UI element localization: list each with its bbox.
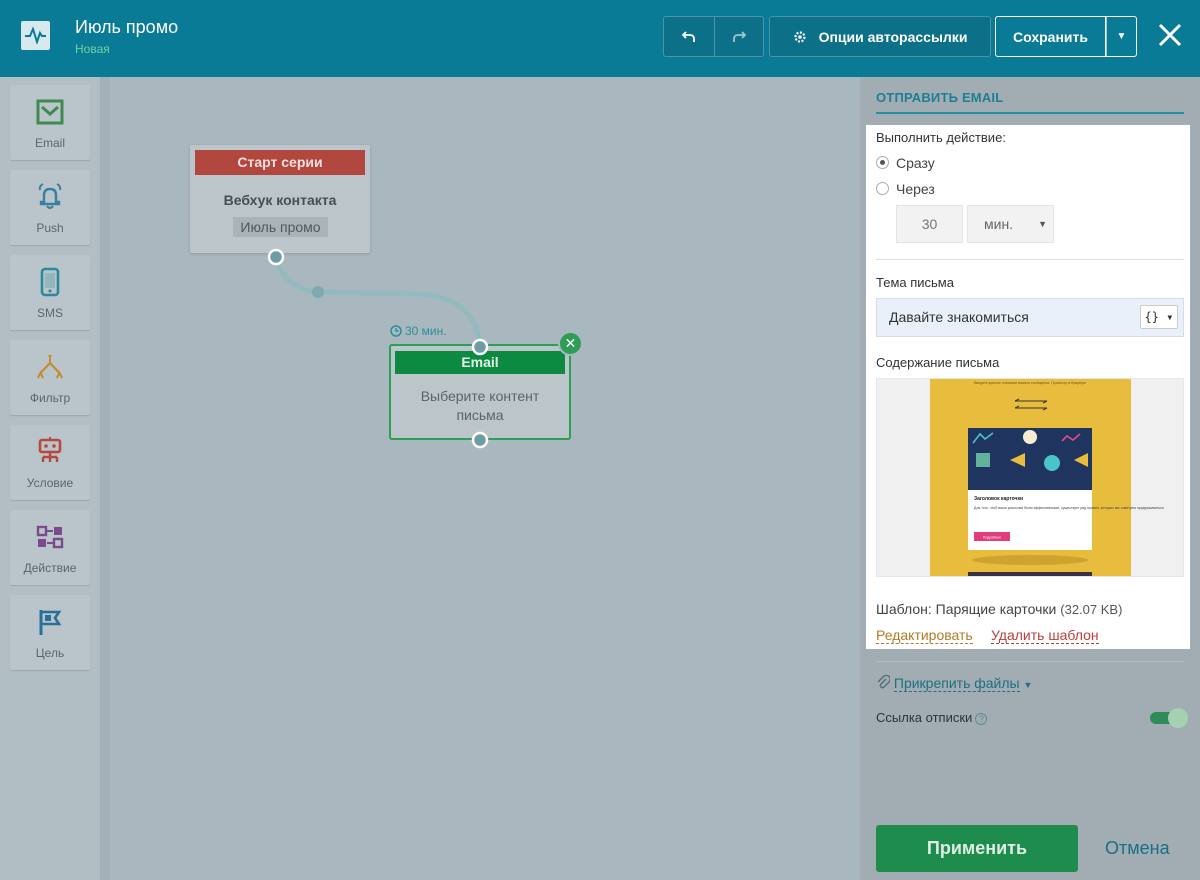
email-preview-thumbnail: Введите краткое описание вашего сообщени… [930,379,1164,576]
paperclip-icon [877,674,891,689]
email-node-output-port[interactable] [469,429,491,451]
preview-top-text: Введите краткое описание вашего сообщени… [974,381,1086,385]
node-delete-button[interactable]: ✕ [558,331,583,356]
apply-button[interactable]: Применить [876,825,1078,872]
divider [876,661,1184,662]
start-node-badge: Июль промо [233,217,328,237]
unsubscribe-label: Ссылка отписки [876,710,973,725]
help-icon[interactable]: ? [975,713,988,725]
subject-label: Тема письма [876,275,954,290]
action-label: Выполнить действие: [876,130,1006,145]
caret-down-icon: ▼ [1038,219,1047,229]
clock-icon [390,325,402,337]
email-node-text-line: Выберите контент [420,388,540,404]
insert-variable-button[interactable]: {} ▾ [1140,305,1178,329]
subject-input[interactable]: Давайте знакомиться [876,298,1184,337]
unsubscribe-label-wrap: Ссылка отписки? [876,710,988,725]
delete-template-link[interactable]: Удалить шаблон [991,627,1099,644]
delay-unit-value: мин. [984,216,1014,232]
delay-value-input[interactable]: 30 [896,205,963,243]
start-node-name: Вебхук контакта [223,192,337,208]
email-node-input-port[interactable] [469,336,491,358]
email-node[interactable]: Email Выберите контент письма [389,344,571,440]
preview-card-body: Для того, чтоб ваши рассылки были эффект… [974,506,1164,510]
email-preview[interactable]: Введите краткое описание вашего сообщени… [876,378,1184,577]
close-icon: ✕ [564,335,577,351]
edit-template-link[interactable]: Редактировать [876,627,973,644]
radio-now[interactable] [876,156,889,169]
delay-unit-select[interactable]: мин. ▼ [967,205,1054,243]
radio-after-label[interactable]: Через [896,181,935,197]
radio-now-label[interactable]: Сразу [896,155,935,171]
start-node-output-port[interactable] [265,247,287,269]
template-size: (32.07 KB) [1060,602,1123,617]
attach-files-link[interactable]: Прикрепить файлы ▼ [876,674,1033,692]
toggle-knob [1168,708,1188,728]
caret-down-icon: ▼ [1023,680,1033,690]
preview-card-button: Подробнее [983,536,1001,540]
delay-label: 30 мин. [390,324,447,338]
preview-card-title: Заголовок карточки [974,496,1023,502]
template-name: Шаблон: Парящие карточки [876,601,1057,617]
cancel-link[interactable]: Отмена [1105,838,1170,859]
panel-tab-underline [876,112,1184,114]
template-info: Шаблон: Парящие карточки (32.07 KB) [876,601,1122,617]
radio-after[interactable] [876,182,889,195]
email-node-text-line: письма [456,407,504,423]
start-node-header: Старт серии [195,150,365,175]
braces-icon: {} [1144,310,1159,324]
content-label: Содержание письма [876,355,1000,370]
divider [876,259,1184,260]
email-node-text: Выберите контент письма [391,387,569,425]
panel-tab-send-email[interactable]: ОТПРАВИТЬ EMAIL [876,90,1003,105]
delay-text: 30 мин. [405,324,447,338]
unsubscribe-toggle[interactable] [1150,708,1188,728]
attach-files-label: Прикрепить файлы [893,675,1020,692]
